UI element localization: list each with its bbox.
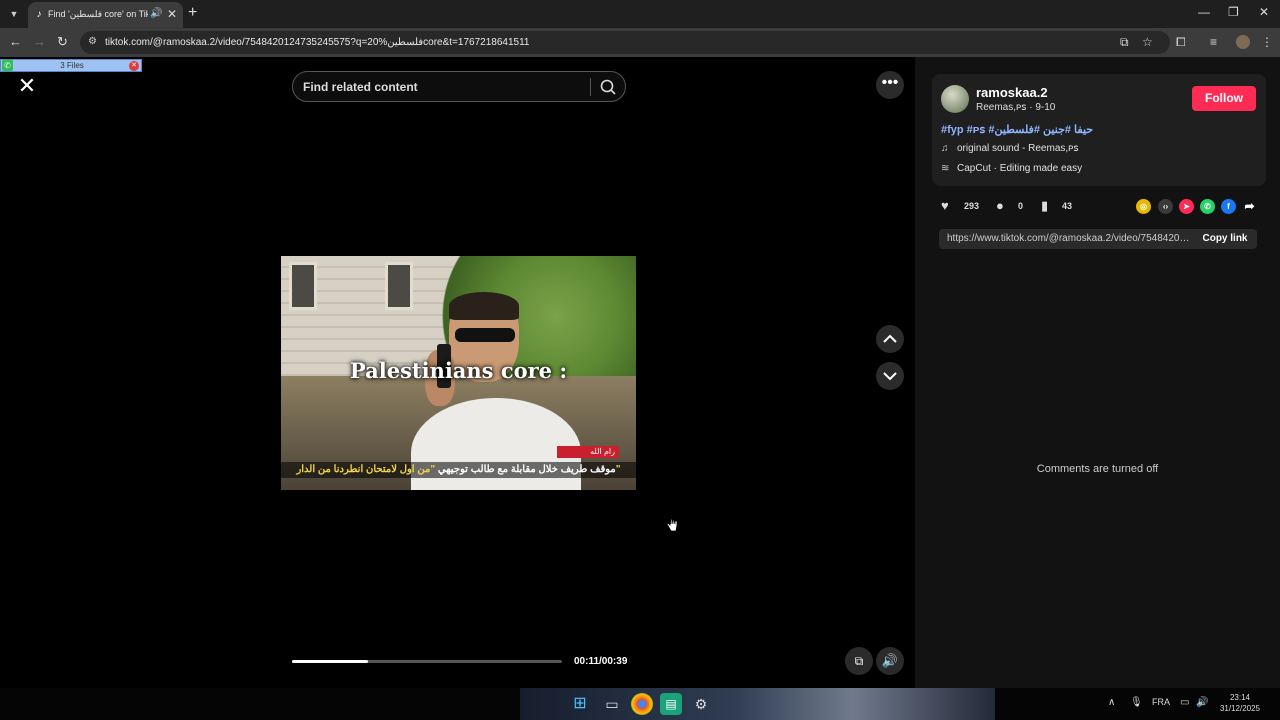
site-info-icon[interactable]: ⚙	[88, 36, 97, 47]
tab-title: Find 'فلسطين core' on TikTok	[48, 9, 148, 19]
capcut-icon: ≋	[941, 163, 950, 174]
next-video-button[interactable]	[876, 362, 904, 390]
media-icon[interactable]: ≡	[1210, 35, 1217, 49]
address-bar[interactable]: ⚙ tiktok.com/@ramoskaa.2/video/754842012…	[80, 31, 1170, 54]
clock[interactable]: 23:14 31/12/2025	[1212, 692, 1268, 714]
taskbar-wallpaper	[520, 688, 995, 720]
floating-player-button[interactable]: ⧉	[845, 647, 873, 675]
windows-start-icon[interactable]: ⊞	[569, 693, 591, 715]
comment-icon[interactable]: ●	[996, 198, 1004, 213]
like-count: 293	[964, 201, 980, 211]
volume-tray-icon[interactable]: 🔊	[1196, 697, 1208, 708]
network-icon[interactable]: ▭	[1180, 697, 1189, 708]
taskbar: ⊞ ▭ ▤ ⚙ ∧ 🎙 FRA ▭ 🔊 23:14 31/12/2025	[0, 688, 1280, 720]
tiktok-favicon: ♪	[36, 9, 42, 20]
settings-gear-icon[interactable]: ⚙	[690, 693, 712, 715]
volume-button[interactable]: 🔊	[876, 647, 904, 675]
task-view-icon[interactable]: ▭	[601, 693, 623, 715]
video-sunglasses	[455, 328, 515, 342]
bookmark-icon[interactable]: ▮	[1041, 198, 1048, 214]
author-username[interactable]: ramoskaa.2	[976, 85, 1048, 100]
video-time: 00:11/00:39	[574, 656, 628, 667]
restore-icon[interactable]: ❐	[1228, 5, 1239, 19]
follow-button[interactable]: Follow	[1192, 86, 1256, 111]
volume-icon: 🔊	[881, 653, 899, 668]
search-icon[interactable]	[599, 78, 617, 96]
chevron-up-icon	[883, 334, 897, 343]
comments-status: Comments are turned off	[1036, 463, 1159, 475]
video-caption: Palestinians core :	[349, 358, 568, 383]
share-coin-icon[interactable]: ◎	[1136, 199, 1151, 214]
share-link-box: https://www.tiktok.com/@ramoskaa.2/video…	[939, 229, 1257, 249]
video-window	[385, 262, 413, 310]
progress-fill	[292, 660, 368, 663]
browser-toolbar: ← → ↻ ⚙ tiktok.com/@ramoskaa.2/video/754…	[0, 28, 1280, 57]
star-icon[interactable]: ☆	[1142, 35, 1153, 49]
forward-icon[interactable]: →	[33, 34, 46, 49]
window-close-icon[interactable]: ✕	[1259, 5, 1269, 19]
video-person	[411, 292, 581, 490]
mouse-cursor	[666, 514, 678, 532]
chevron-down-icon	[883, 372, 897, 381]
comment-count: 0	[1018, 201, 1024, 211]
heart-icon[interactable]: ♥	[941, 198, 949, 213]
share-arrow-icon[interactable]: ➦	[1242, 199, 1257, 214]
music-note-icon: ♫	[941, 143, 949, 154]
minimize-icon[interactable]: —	[1198, 5, 1210, 19]
video-subtitle: موقف طريف خلال مقابلة مع طالب توجيهي "من…	[281, 462, 636, 478]
speaker-icon[interactable]: 🔊	[150, 8, 162, 19]
menu-icon[interactable]: ⋮	[1261, 35, 1273, 49]
browser-tab-bar: ▼ ♪ Find 'فلسطين core' on TikTok 🔊 ✕ + —…	[0, 0, 1280, 28]
subtitle-main: موقف طريف خلال مقابلة مع طالب توجيهي	[437, 464, 616, 475]
music-label: original sound - Reemas,ᴘꜱ	[957, 143, 1079, 154]
profile-icon[interactable]	[1236, 35, 1250, 49]
previous-video-button[interactable]	[876, 325, 904, 353]
download-notification[interactable]: ✆ 3 Files ✕	[0, 59, 142, 72]
tab-close-icon[interactable]: ✕	[167, 7, 177, 21]
extensions-icon[interactable]: ⧠	[1176, 35, 1186, 50]
store-app-icon[interactable]: ▤	[660, 693, 682, 715]
related-search[interactable]: Find related content	[292, 71, 626, 102]
music-line[interactable]: ♫ original sound - Reemas,ᴘꜱ	[941, 143, 1079, 154]
copy-link-button[interactable]: Copy link	[1195, 233, 1255, 244]
facebook-icon[interactable]: f	[1221, 199, 1236, 214]
author-nickname: Reemas,ᴘꜱ · 9-10	[976, 102, 1056, 113]
whatsapp-share-icon[interactable]: ✆	[1200, 199, 1215, 214]
avatar[interactable]	[941, 85, 969, 113]
language-indicator[interactable]: FRA	[1152, 697, 1170, 707]
tray-chevron-icon[interactable]: ∧	[1108, 697, 1115, 708]
progress-bar[interactable]	[292, 660, 562, 663]
video-window	[289, 262, 317, 310]
new-tab-button[interactable]: +	[188, 4, 197, 22]
share-link-url[interactable]: https://www.tiktok.com/@ramoskaa.2/video…	[947, 233, 1193, 244]
chrome-icon[interactable]	[631, 693, 653, 715]
save-count: 43	[1062, 201, 1073, 211]
tab-list-icon[interactable]: ▼	[6, 6, 22, 22]
video-frame[interactable]: Palestinians core : رام الله موقف طريف خ…	[281, 256, 636, 490]
back-icon[interactable]: ←	[9, 34, 22, 49]
reload-icon[interactable]: ↻	[57, 34, 68, 50]
video-hair	[449, 292, 519, 320]
url-text[interactable]: tiktok.com/@ramoskaa.2/video/75484201247…	[105, 37, 529, 48]
pip-icon: ⧉	[854, 654, 864, 668]
hashtags[interactable]: #fyp #ᴘꜱ #حيفا #جنين #فلسطين	[941, 123, 1093, 136]
install-app-icon[interactable]: ⧉	[1120, 35, 1129, 50]
effect-line[interactable]: ≋ CapCut · Editing made easy	[941, 163, 1082, 174]
location-tag: رام الله	[557, 446, 619, 458]
search-input[interactable]: Find related content	[303, 80, 418, 94]
clock-time: 23:14	[1229, 693, 1251, 702]
effect-label: CapCut · Editing made easy	[957, 163, 1083, 174]
embed-icon[interactable]: ‹›	[1158, 199, 1173, 214]
download-close-icon[interactable]: ✕	[129, 61, 139, 71]
send-icon[interactable]: ➤	[1179, 199, 1194, 214]
microphone-icon[interactable]: 🎙	[1130, 697, 1143, 708]
more-options-button[interactable]: •••	[876, 71, 904, 99]
download-label: 3 Files	[60, 61, 84, 70]
clock-date: 31/12/2025	[1219, 704, 1261, 713]
browser-tab[interactable]: ♪ Find 'فلسطين core' on TikTok 🔊 ✕	[28, 2, 183, 28]
search-divider	[590, 78, 591, 96]
close-video-button[interactable]: ✕	[14, 73, 40, 99]
